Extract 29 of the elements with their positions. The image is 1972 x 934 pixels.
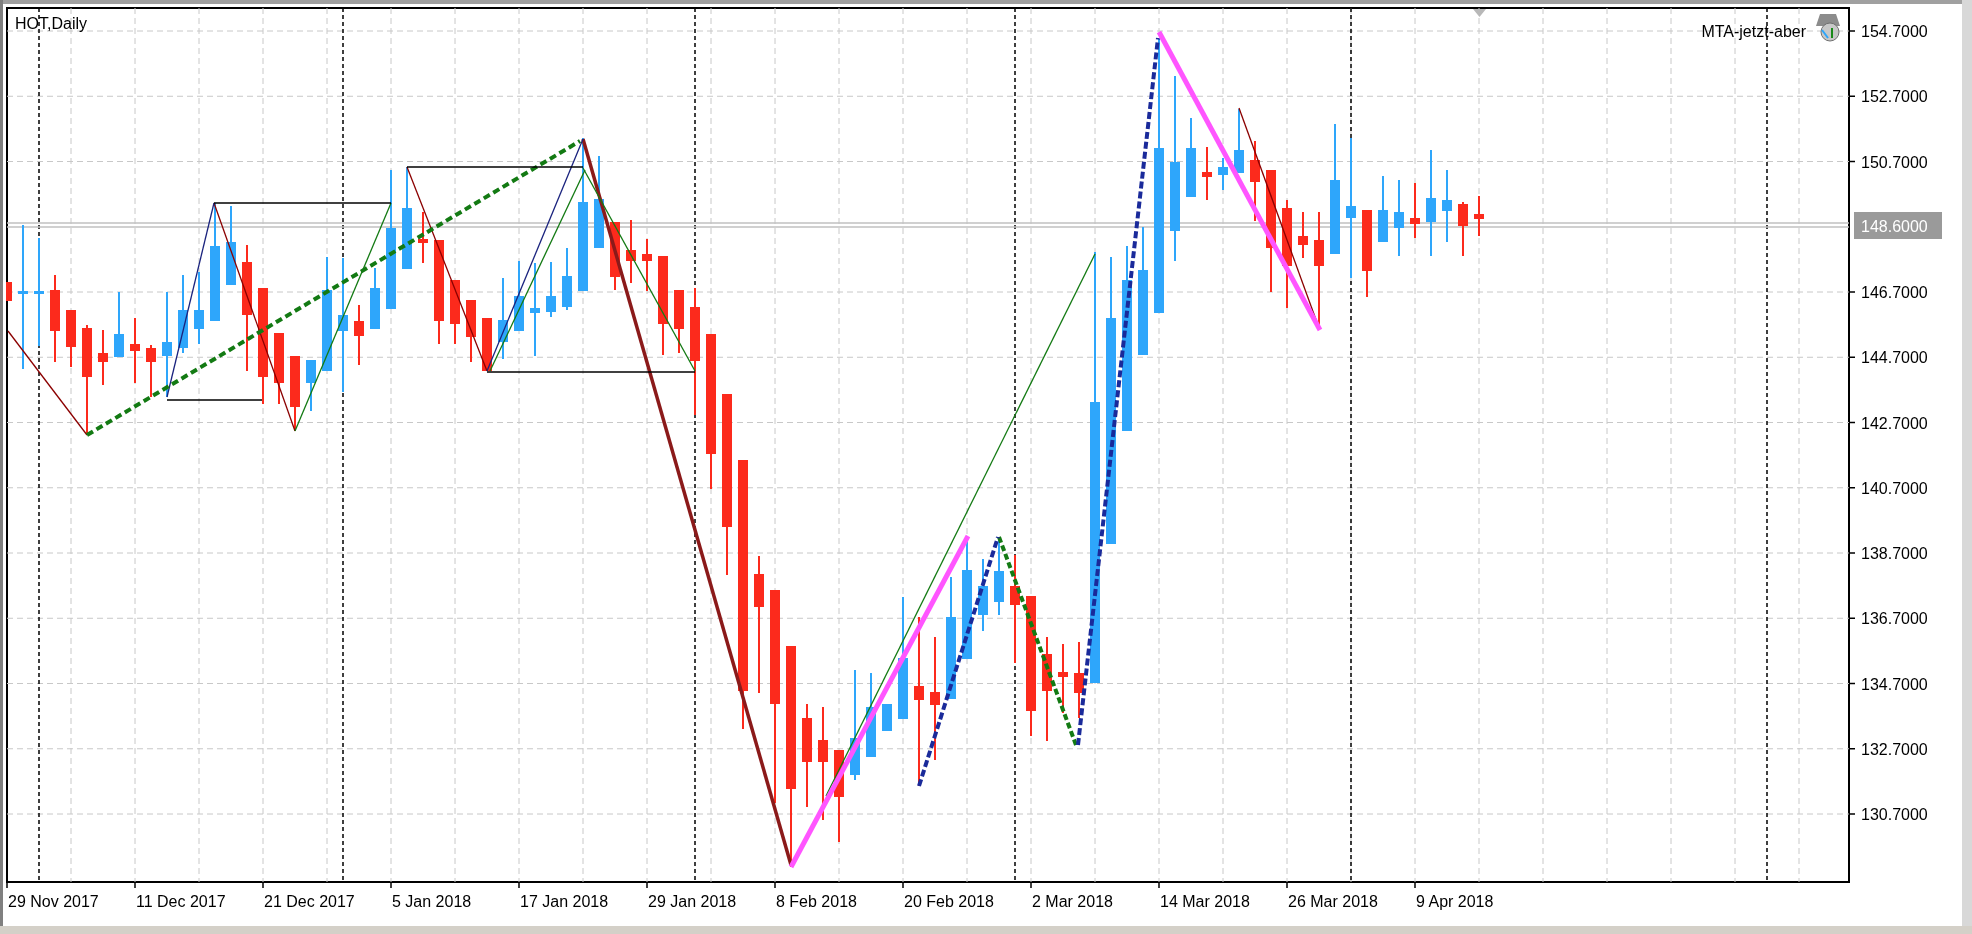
price-label: 140.7000 [1861,479,1928,497]
date-label: 5 Jan 2018 [392,893,472,910]
date-label: 14 Mar 2018 [1160,893,1250,910]
price-label: 146.7000 [1861,284,1928,301]
price-label: 138.7000 [1861,545,1928,562]
price-label: 134.7000 [1861,675,1928,693]
date-label: 29 Jan 2018 [648,893,737,910]
price-label: 132.7000 [1861,740,1928,758]
chart-title: HOT,Daily [15,15,87,32]
date-label: 20 Feb 2018 [904,893,994,910]
scrollbar[interactable] [1962,0,1972,926]
price-label: 152.7000 [1861,88,1928,106]
price-label: 144.7000 [1861,349,1928,367]
date-label: 21 Dec 2017 [264,893,355,910]
price-label: 150.7000 [1861,153,1928,171]
price-label: 154.7000 [1861,23,1928,40]
date-label: 11 Dec 2017 [136,893,226,910]
date-label: 8 Feb 2018 [776,893,857,910]
current-price-label: 148.6000 [1854,212,1942,239]
date-label: 26 Mar 2018 [1288,893,1378,910]
date-label: 29 Nov 2017 [8,893,99,910]
date-label: 2 Mar 2018 [1032,893,1113,910]
price-label: 136.7000 [1861,610,1928,628]
price-label: 130.7000 [1861,806,1928,823]
date-label: 9 Apr 2018 [1416,893,1494,910]
shift-marker[interactable] [1473,9,1486,17]
price-label: 142.7000 [1861,414,1928,432]
date-label: 17 Jan 2018 [520,893,609,910]
indicator-label: MTA-jetzt-aber [1701,23,1806,40]
